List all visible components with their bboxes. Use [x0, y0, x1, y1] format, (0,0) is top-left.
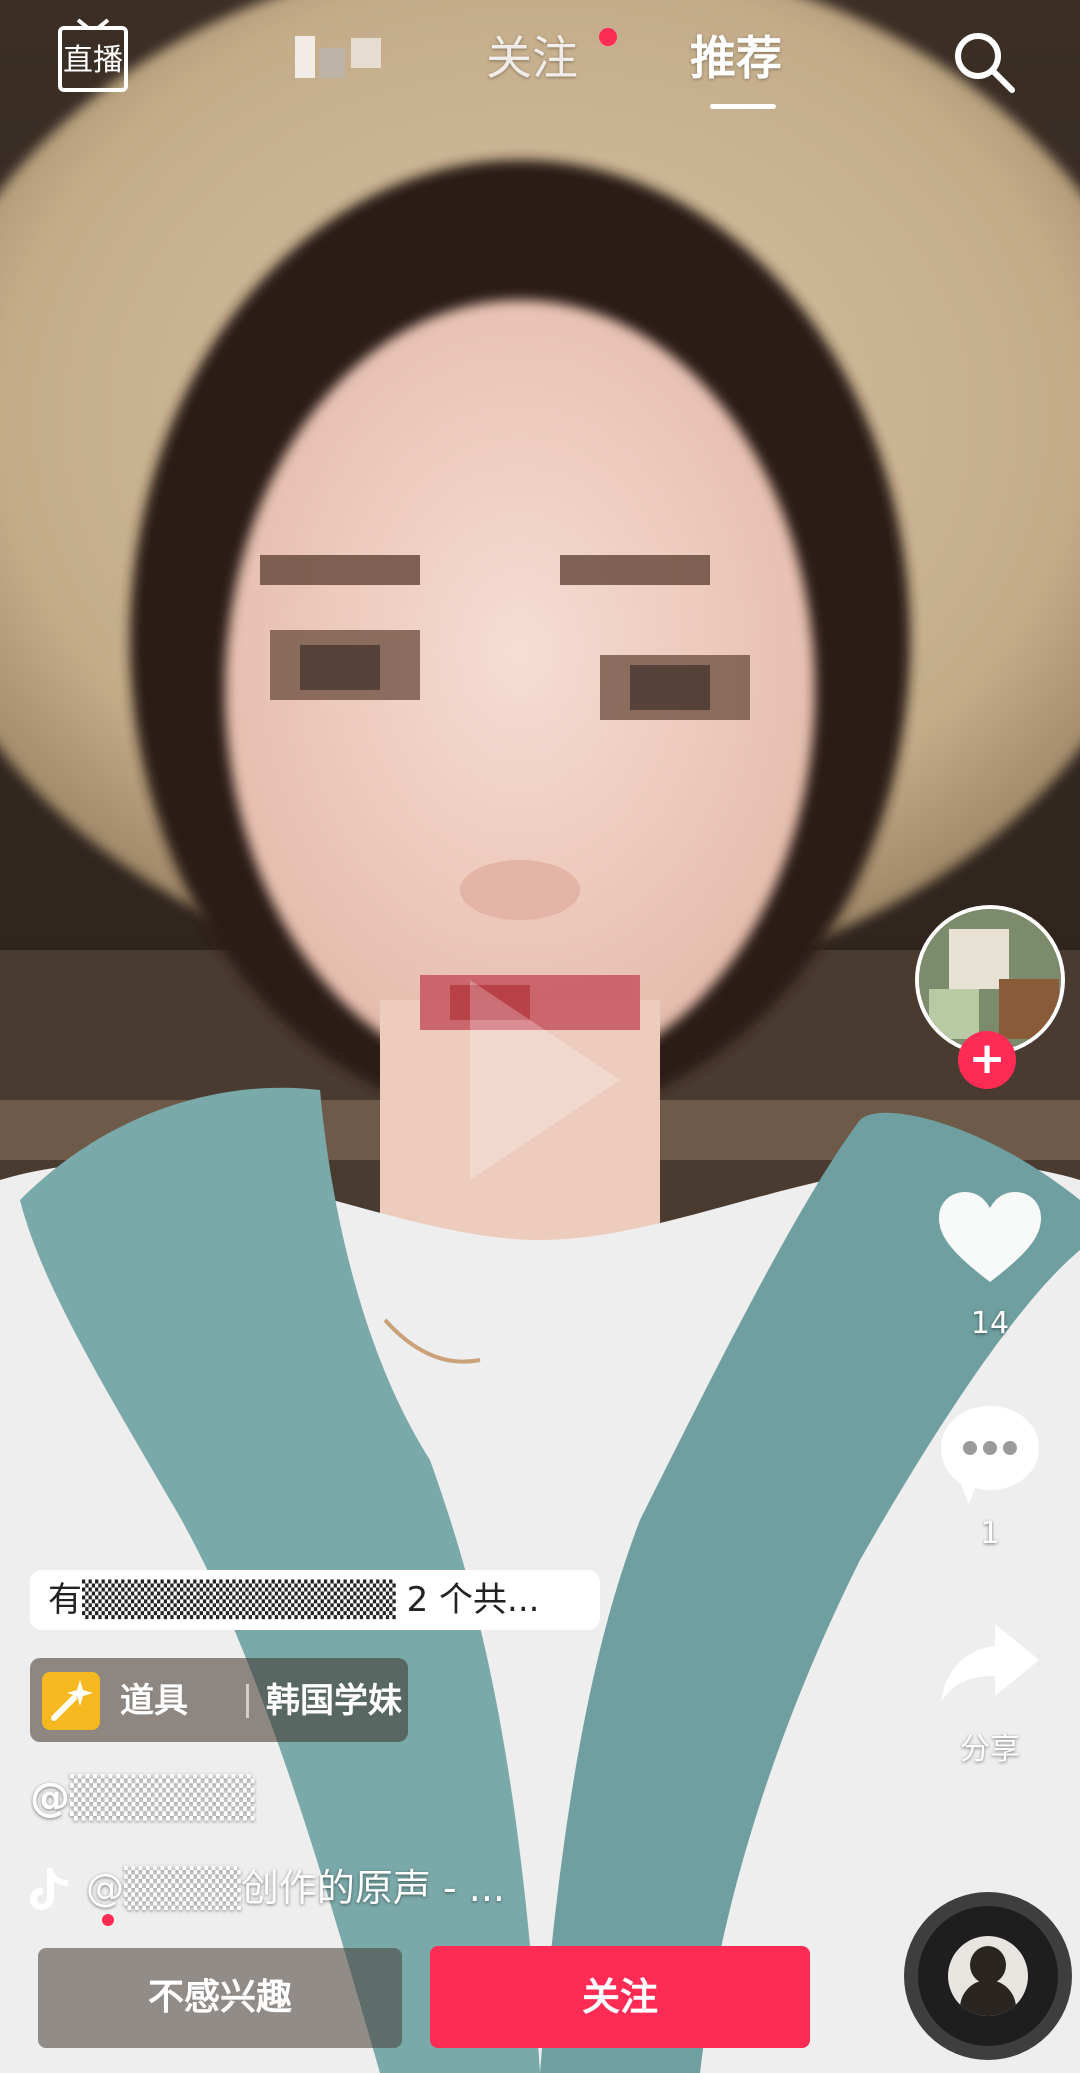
comment-icon — [941, 1406, 1039, 1504]
share-arrow-icon — [941, 1624, 1039, 1702]
prop-name: 韩国学妹 — [266, 1681, 402, 1721]
live-label: 直播 — [63, 43, 123, 78]
share-button[interactable] — [925, 1620, 1055, 1710]
share-label: 分享 — [960, 1732, 1020, 1767]
music-disc-avatar — [948, 1936, 1028, 2016]
video-frame[interactable]: 直播 关注 推荐 + 14 1 分享 有▒▒▒▒▒▒▒▒▒▒▒▒ 2 个共...… — [0, 0, 1080, 2073]
related-notice-text: 有▒▒▒▒▒▒▒▒▒▒▒▒ 2 个共... — [48, 1580, 540, 1620]
prop-label: 道具 — [120, 1681, 188, 1721]
heart-icon — [939, 1192, 1041, 1282]
prop-separator — [246, 1684, 249, 1718]
music-disc[interactable] — [918, 1906, 1058, 2046]
like-button[interactable] — [925, 1190, 1055, 1290]
music-dot — [102, 1914, 114, 1926]
tab-blurred[interactable] — [295, 30, 395, 86]
author-username[interactable]: @▒▒▒▒▒▒ — [30, 1770, 255, 1826]
like-count: 14 — [970, 1306, 1010, 1341]
comment-count: 1 — [980, 1516, 1000, 1551]
search-icon[interactable] — [950, 28, 1018, 96]
top-nav-bar: 直播 关注 推荐 — [0, 0, 1080, 120]
following-notification-dot — [599, 28, 617, 46]
follow-plus-icon[interactable]: + — [958, 1031, 1016, 1089]
related-notice-banner[interactable]: 有▒▒▒▒▒▒▒▒▒▒▒▒ 2 个共... — [30, 1570, 600, 1630]
music-note-icon — [30, 1868, 68, 1910]
tab-following[interactable]: 关注 — [486, 28, 578, 88]
video-image — [0, 0, 1080, 2073]
prop-tag[interactable]: 道具 韩国学妹 — [30, 1658, 408, 1742]
tab-recommend[interactable]: 推荐 — [690, 28, 782, 88]
live-tv-icon[interactable]: 直播 — [56, 18, 136, 98]
not-interested-button[interactable]: 不感兴趣 — [38, 1948, 402, 2048]
follow-button[interactable]: 关注 — [430, 1946, 810, 2048]
music-title: @▒▒▒▒创作的原声 - ... — [86, 1866, 506, 1910]
active-tab-indicator — [710, 104, 776, 109]
prop-sparkle-icon — [42, 1672, 100, 1730]
comment-button[interactable] — [925, 1400, 1055, 1510]
